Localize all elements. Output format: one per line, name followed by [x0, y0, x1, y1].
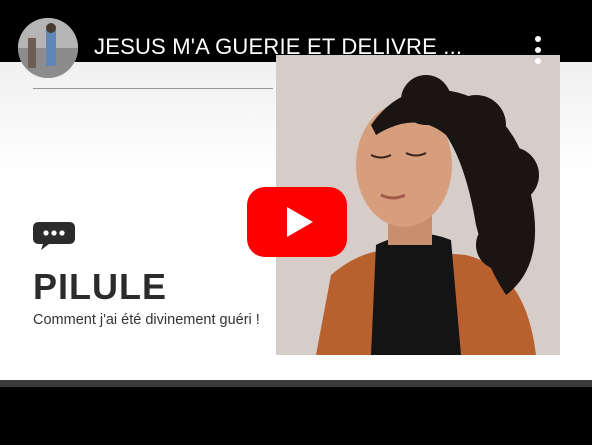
video-player[interactable]: JESUS M'A GUERIE ET DELIVRE ... PILULE C… [0, 0, 592, 445]
channel-avatar-icon[interactable] [18, 18, 78, 78]
video-title[interactable]: JESUS M'A GUERIE ET DELIVRE ... [94, 34, 462, 60]
thumbnail-divider [33, 88, 273, 89]
youtube-play-icon[interactable] [247, 187, 347, 257]
chat-bubble-icon [33, 222, 75, 250]
player-bottom-area [0, 387, 592, 445]
more-vertical-icon[interactable] [530, 36, 546, 64]
thumbnail-heading: PILULE [33, 266, 168, 307]
thumbnail-subtitle: Comment j'ai été divinement guéri ! [33, 312, 260, 328]
thumbnail-bottom-strip [0, 380, 592, 387]
